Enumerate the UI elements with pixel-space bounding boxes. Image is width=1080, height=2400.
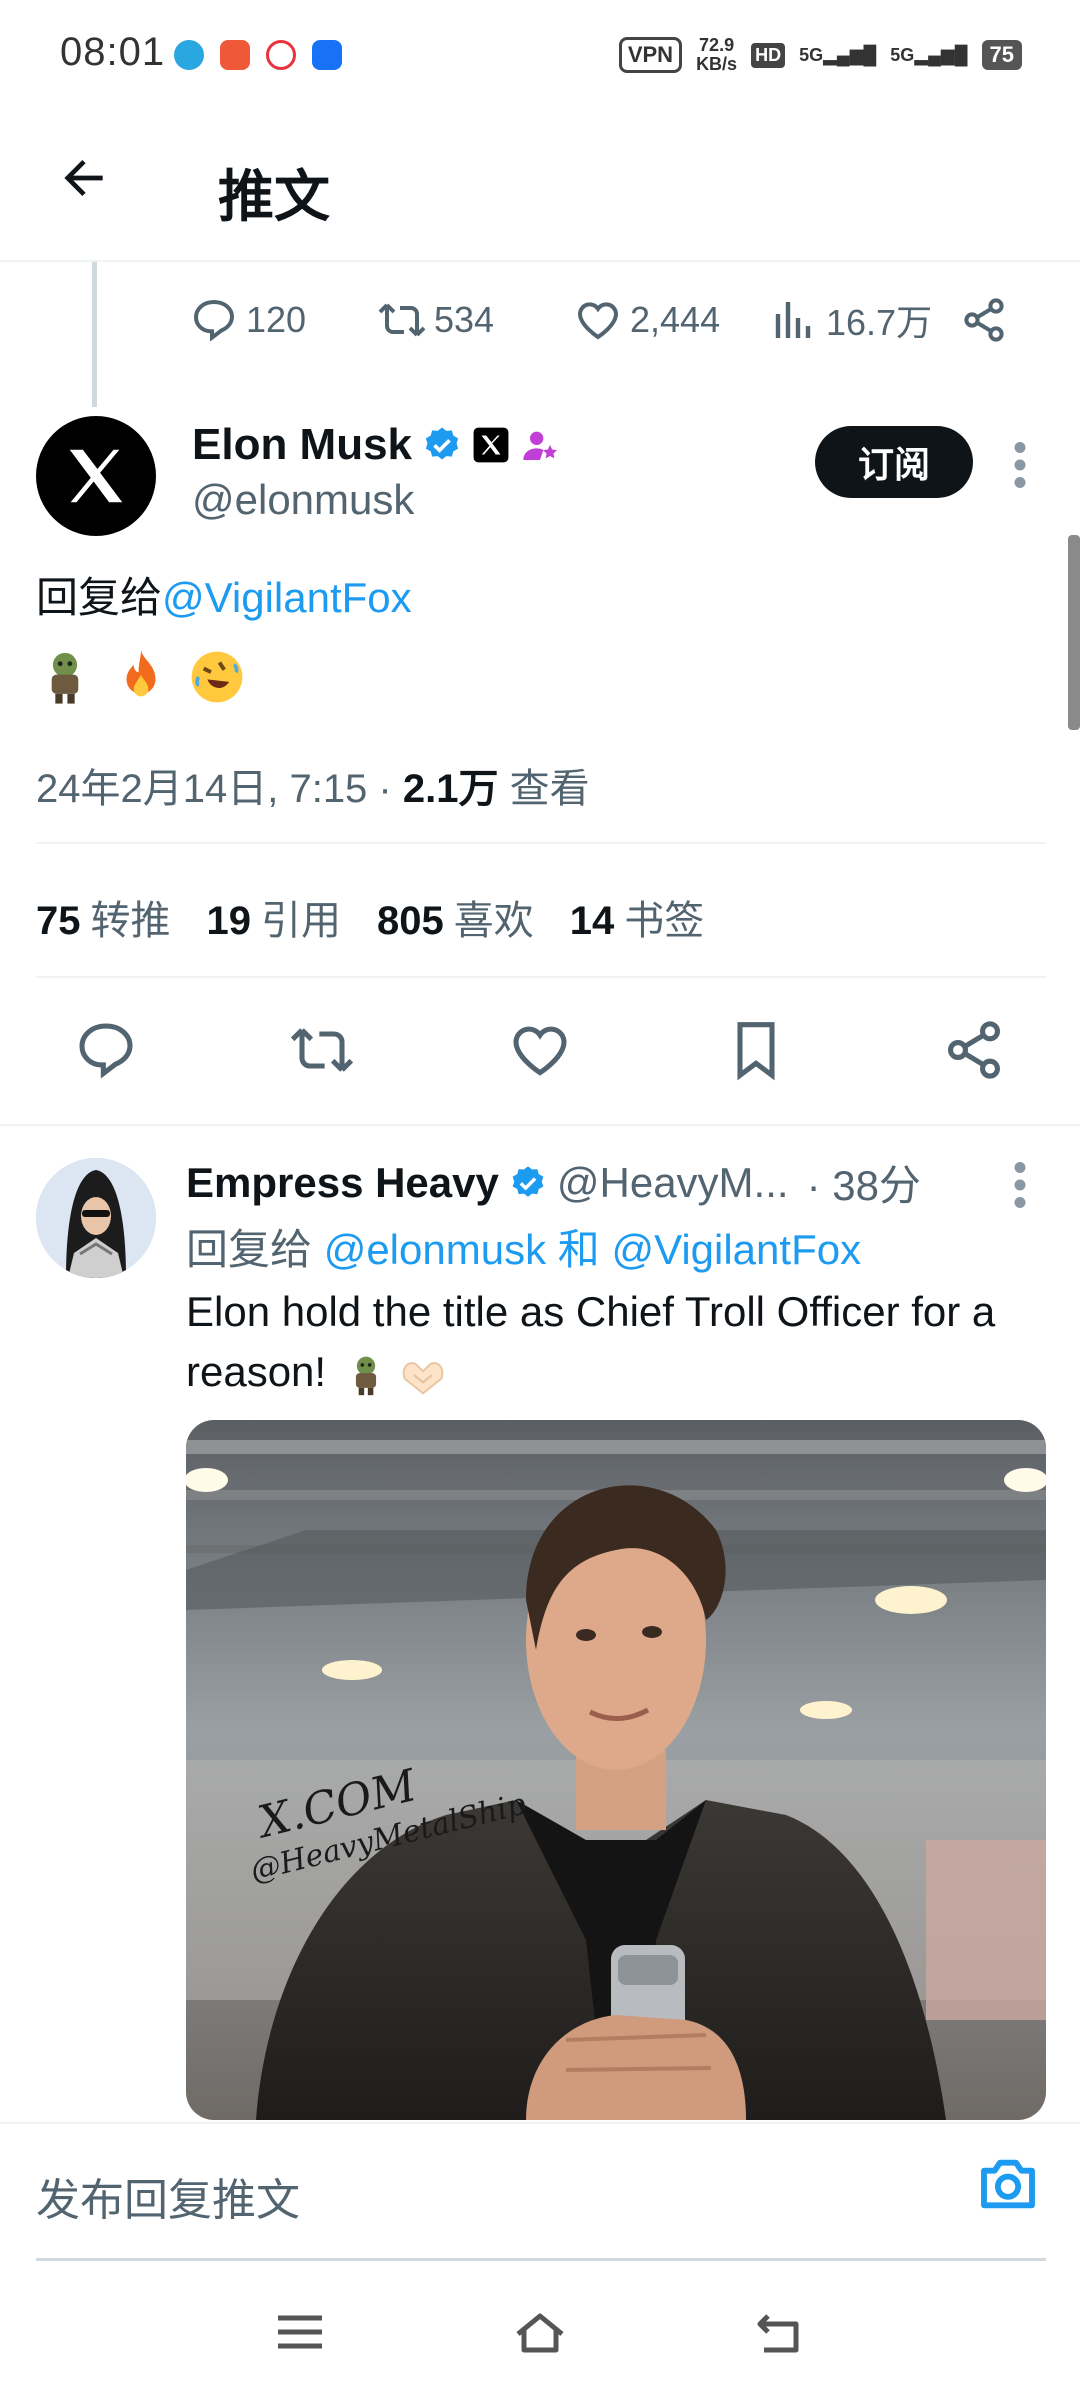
reply-to-line: 回复给@VigilantFox [36,574,412,621]
section-divider [0,1124,1080,1126]
signal-2-icon: 5G▂▄▆█ [890,45,968,65]
x-affiliate-badge-icon [473,427,509,463]
heart-icon[interactable] [508,1018,572,1082]
author-handle: @elonmusk [192,476,415,523]
zhihu-notification-icon [312,40,342,70]
subscribe-button[interactable]: 订阅 [815,426,973,498]
stat-quotes[interactable]: 19 引用 [207,888,342,946]
fire-emoji-icon [112,648,170,706]
tweet-emoji-content [36,648,246,706]
thread-connector-line [92,262,97,407]
system-navigation-bar [0,2262,1080,2400]
stat-retweets[interactable]: 75 转推 [36,888,171,946]
tweet-timestamp: 24年2月14日, 7:15 · 2.1万 查看 [36,767,590,811]
stat-likes[interactable]: 805 喜欢 [377,888,534,946]
parent-retweet-button[interactable]: 534 [378,296,494,344]
parent-reply-count: 120 [246,299,307,340]
share-icon[interactable] [942,1018,1006,1082]
x-logo-icon [69,449,123,503]
divider [36,976,1046,978]
tweet-action-bar [0,1010,1080,1090]
reply-icon [193,299,235,342]
app-notification-icon [174,40,204,70]
reply-more-options-icon[interactable] [1010,1160,1030,1210]
page-title: 推文 [218,165,330,228]
retweet-icon [378,303,426,337]
status-indicators: VPN 72.9 KB/s HD 5G▂▄▆█ 5G▂▄▆█ 75 [618,35,1022,74]
status-time: 08:01 [60,30,166,74]
back-icon[interactable] [752,2308,808,2356]
mention-link-elonmusk[interactable]: @elonmusk [324,1226,546,1273]
views-count: 2.1万 [402,767,499,811]
parent-retweet-count: 534 [434,299,495,340]
top-app-bar: 推文 [0,112,1080,262]
network-speed: 72.9 KB/s [696,35,738,74]
admin-badge-icon [523,431,558,460]
troll-emoji-icon [355,1356,376,1396]
menu-icon[interactable] [272,2308,328,2356]
rofl-emoji-icon [188,648,246,706]
signal-1-icon: 5G▂▄▆█ [799,45,877,65]
retweet-icon[interactable] [290,1018,354,1082]
instagram-notification-icon [220,40,250,70]
views-chart-icon [775,302,811,338]
composer-underline [36,2258,1046,2261]
author-name: Elon Musk [192,420,413,469]
status-bar: 08:01 VPN 72.9 KB/s HD 5G▂▄▆█ 5G▂▄▆█ 75 [0,0,1080,112]
more-options-icon[interactable] [1010,440,1030,490]
verified-badge-icon [425,427,459,460]
battery-icon: 75 [981,40,1022,70]
parent-like-count: 2,444 [630,299,721,340]
author-name-row[interactable]: Elon Musk [192,420,560,470]
parent-views-count: 16.7万 [826,302,933,343]
reply-composer[interactable]: 发布回复推文 [0,2122,1080,2261]
reply-author-handle: @HeavyM... [556,1158,789,1206]
reply-icon[interactable] [74,1018,138,1082]
parent-tweet-actions: 120 534 2,444 16.7万 [190,290,1020,350]
heart-hands-emoji-icon [403,1362,444,1395]
reply-text: Elon hold the title as Chief Troll Offic… [186,1288,996,1396]
parent-views-button[interactable]: 16.7万 [770,294,932,346]
video-notification-icon [266,40,296,70]
reply-media-image[interactable]: X.COM @HeavyMetalShip [186,1420,1046,2120]
verified-badge-icon [512,1165,544,1197]
mention-link-vigilantfox[interactable]: @VigilantFox [611,1226,861,1273]
scrollbar[interactable] [1068,535,1080,730]
parent-share-button[interactable] [960,296,1008,344]
reply-time: · 38分 [806,1162,921,1209]
home-icon[interactable] [512,2308,568,2356]
divider [36,842,1046,844]
mention-link[interactable]: @VigilantFox [162,574,412,621]
tweet-stats: 75 转推 19 引用 805 喜欢 14 书签 [36,888,704,946]
parent-reply-button[interactable]: 120 [190,296,306,344]
reply-author-avatar[interactable] [36,1158,156,1278]
parent-like-button[interactable]: 2,444 [574,296,720,344]
author-avatar[interactable] [36,416,156,536]
share-icon [964,298,1004,342]
reply-author-name: Empress Heavy [186,1158,499,1206]
bookmark-icon[interactable] [724,1018,788,1082]
hd-badge: HD [751,42,786,68]
vpn-badge: VPN [618,37,683,73]
heart-icon [577,302,619,340]
reply-header[interactable]: Empress Heavy @HeavyM... · 38分 [186,1152,921,1213]
troll-emoji-icon [36,648,94,706]
camera-icon[interactable] [976,2152,1040,2216]
reply-input[interactable]: 发布回复推文 [36,2164,300,2228]
reply-replying-to: 回复给 @elonmusk 和 @VigilantFox [186,1226,862,1273]
stat-bookmarks[interactable]: 14 书签 [570,888,705,946]
back-arrow-icon[interactable] [56,150,112,206]
